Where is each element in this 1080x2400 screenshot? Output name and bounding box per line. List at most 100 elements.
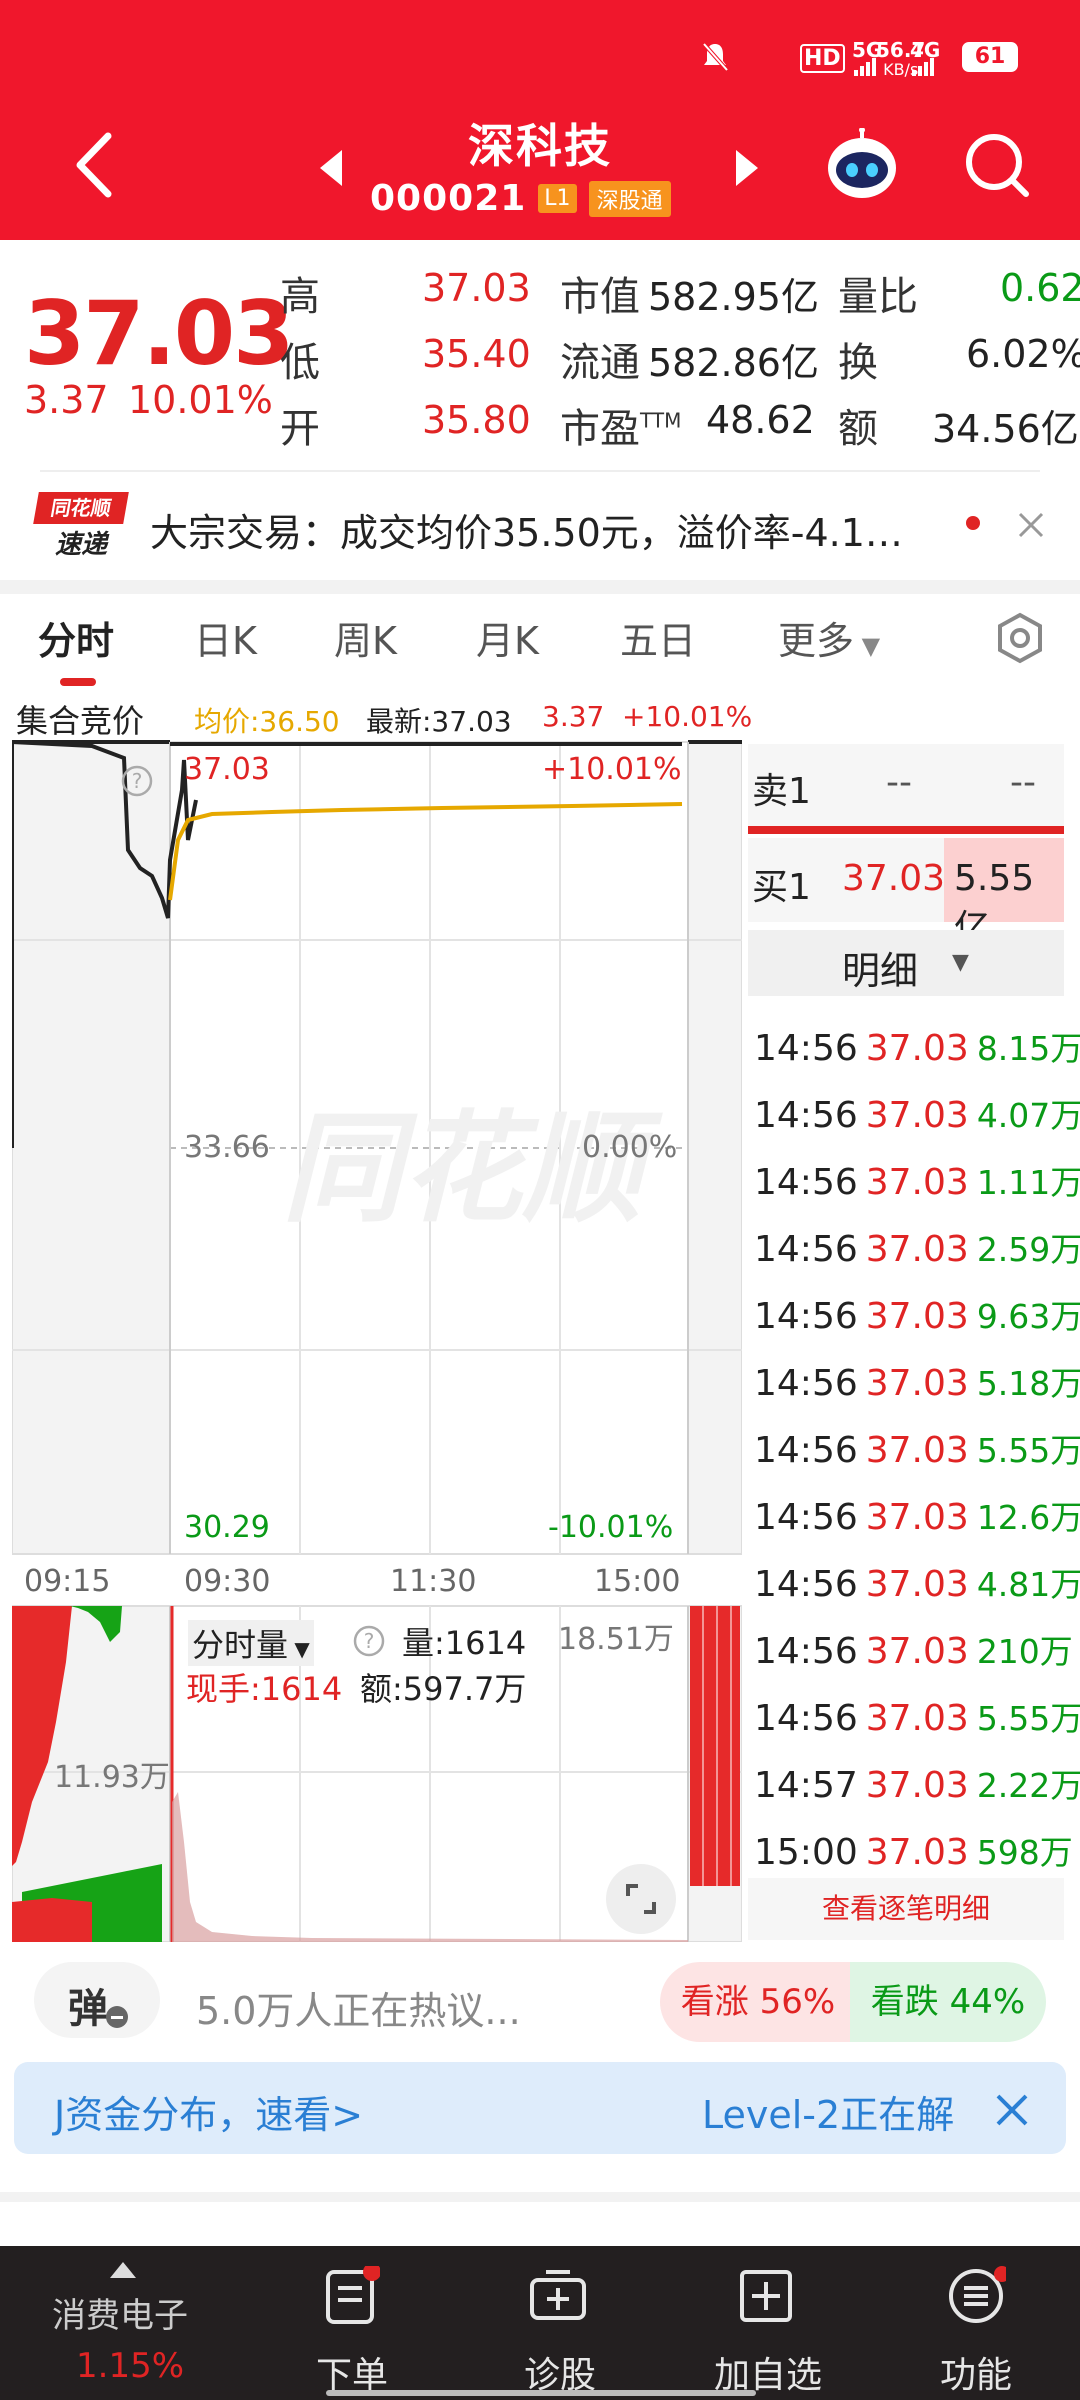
turnover-label: 换: [838, 340, 878, 386]
trade-volume: 8.15万: [976, 1029, 1080, 1068]
trade-volume: 2.22万: [976, 1766, 1080, 1805]
stock-code: 000021: [370, 178, 527, 219]
chart-settings-icon[interactable]: [994, 612, 1046, 664]
trade-row: 14:56 37.03 5.55万: [754, 1692, 1080, 1740]
info-change: 3.37: [542, 700, 605, 733]
detail-header[interactable]: 明细 ▼: [748, 930, 1064, 996]
order-icon: [326, 2266, 380, 2324]
level2-promo-bar[interactable]: J资金分布，速看> Level-2正在解: [14, 2062, 1066, 2154]
search-icon[interactable]: [962, 130, 1032, 200]
hd-indicator: HD: [800, 44, 845, 73]
watermark-logo: 同花顺: [282, 1100, 663, 1239]
section-gap: [0, 2192, 1080, 2202]
trade-volume: 598万: [976, 1833, 1073, 1872]
close-icon[interactable]: [1016, 510, 1046, 540]
chevron-down-icon: ▼: [854, 632, 881, 660]
trade-volume: 210万: [976, 1632, 1073, 1671]
tab-five-day[interactable]: 五日: [620, 610, 696, 665]
price-change-pct: 10.01%: [128, 378, 273, 422]
section-gap: [0, 580, 1080, 594]
trade-row: 14:56 37.03 4.81万: [754, 1558, 1080, 1606]
trade-volume: 5.55万: [976, 1699, 1080, 1738]
buy1-row: 买1 37.03 5.55亿: [748, 838, 1064, 949]
time-0915: 09:15: [24, 1564, 111, 1599]
level-tag: L1: [538, 184, 577, 213]
axis-bottom-pct: -10.01%: [548, 1510, 674, 1545]
close-icon[interactable]: [992, 2090, 1032, 2130]
minus-icon: [106, 2006, 128, 2028]
trade-row: 14:56 37.03 1.11万: [754, 1156, 1080, 1204]
trade-row: 14:56 37.03 9.63万: [754, 1290, 1080, 1338]
robot-assistant-icon[interactable]: [824, 128, 900, 204]
caret-up-icon: [110, 2262, 136, 2278]
float-label: 流通: [560, 340, 640, 386]
volume-left-label: 11.93万: [54, 1760, 170, 1795]
amount-label: 额: [838, 406, 878, 452]
trade-time: 14:56: [754, 1564, 858, 1605]
pe-label: 市盈TTM: [560, 406, 682, 452]
trade-volume: 4.81万: [976, 1565, 1080, 1604]
help-icon[interactable]: ?: [120, 764, 154, 798]
active-tab-indicator: [60, 678, 96, 686]
market-tag[interactable]: 深股通: [588, 180, 671, 217]
trade-time: 15:00: [754, 1832, 858, 1873]
news-ticker[interactable]: 同花顺 速递 大宗交易：成交均价35.50元，溢价率-4.1…: [0, 478, 1080, 574]
home-indicator: [326, 2390, 756, 2396]
danmu-toggle[interactable]: 弹: [34, 1962, 160, 2038]
tab-more[interactable]: 更多 ▼: [778, 610, 880, 665]
trade-price: 37.03: [865, 1229, 969, 1270]
volume-selector[interactable]: 分时量 ▼: [188, 1620, 314, 1666]
low-value: 35.40: [422, 332, 531, 376]
trade-price: 37.03: [865, 1430, 969, 1471]
trade-price: 37.03: [865, 1698, 969, 1739]
next-stock-icon[interactable]: [732, 148, 762, 188]
trade-row: 14:56 37.03 210万: [754, 1625, 1073, 1673]
trade-row: 14:56 37.03 4.07万: [754, 1089, 1080, 1137]
svg-text:?: ?: [132, 769, 143, 793]
trade-row: 14:56 37.03 8.15万: [754, 1022, 1080, 1070]
trade-price: 37.03: [865, 1095, 969, 1136]
l2-left-text: J资金分布，速看>: [54, 2093, 364, 2137]
trade-row: 14:56 37.03 12.6万: [754, 1491, 1080, 1539]
trade-volume: 4.07万: [976, 1096, 1080, 1135]
fullscreen-button[interactable]: [606, 1864, 676, 1934]
trade-volume: 5.55万: [976, 1431, 1080, 1470]
bullish-vote-button[interactable]: 看涨 56%: [660, 1962, 856, 2042]
news-brand-logo: 同花顺 速递: [33, 492, 129, 562]
intraday-price-chart[interactable]: 同花顺 ? 37.03 +10.01% 33.66 0.00% 30.29 -1…: [12, 740, 742, 1560]
add-watchlist-icon: [740, 2270, 792, 2322]
divider: [40, 470, 1040, 472]
avg-price: 均价:36.50: [194, 705, 340, 738]
trade-row: 14:56 37.03 5.18万: [754, 1357, 1080, 1405]
trade-volume: 2.59万: [976, 1230, 1080, 1269]
trade-volume: 9.63万: [976, 1297, 1080, 1336]
bearish-vote-button[interactable]: 看跌 44%: [850, 1962, 1046, 2042]
discussion-text[interactable]: 5.0万人正在热议...: [196, 1980, 521, 2035]
open-label: 开: [280, 406, 320, 452]
tab-intraday[interactable]: 分时: [38, 610, 114, 665]
trade-time: 14:56: [754, 1698, 858, 1739]
signal-icon: [854, 58, 934, 76]
trade-time: 14:56: [754, 1095, 858, 1136]
high-label: 高: [280, 274, 320, 320]
tab-monthly-k[interactable]: 月K: [476, 610, 539, 665]
tab-weekly-k[interactable]: 周K: [334, 610, 397, 665]
sector-indicator[interactable]: 消费电子 1.15%: [0, 2246, 250, 2400]
tab-function[interactable]: 功能: [896, 2346, 1056, 2398]
tab-daily-k[interactable]: 日K: [194, 610, 257, 665]
trade-price: 37.03: [865, 1162, 969, 1203]
axis-top-pct: +10.01%: [542, 752, 682, 787]
axis-bottom-price: 30.29: [184, 1510, 270, 1545]
last-price: 37.03: [24, 282, 294, 385]
bottom-action-bar: 消费电子 1.15% 下单 诊股 加自选 功能: [0, 2246, 1080, 2400]
sell1-row: 卖1 -- --: [748, 744, 1064, 826]
help-icon[interactable]: ?: [352, 1624, 386, 1658]
trade-time: 14:56: [754, 1497, 858, 1538]
trade-volume: 1.11万: [976, 1163, 1080, 1202]
unread-dot: [966, 516, 980, 530]
view-all-trades-link[interactable]: 查看逐笔明细: [748, 1878, 1064, 1940]
amount-value: 34.56亿: [932, 407, 1079, 451]
mktcap-value: 582.95亿: [648, 275, 819, 319]
float-value: 582.86亿: [648, 341, 819, 385]
intraday-volume-chart[interactable]: 分时量 ▼ ? 量:1614 18.51万 现手:1614 额:597.7万 1…: [12, 1602, 742, 1942]
